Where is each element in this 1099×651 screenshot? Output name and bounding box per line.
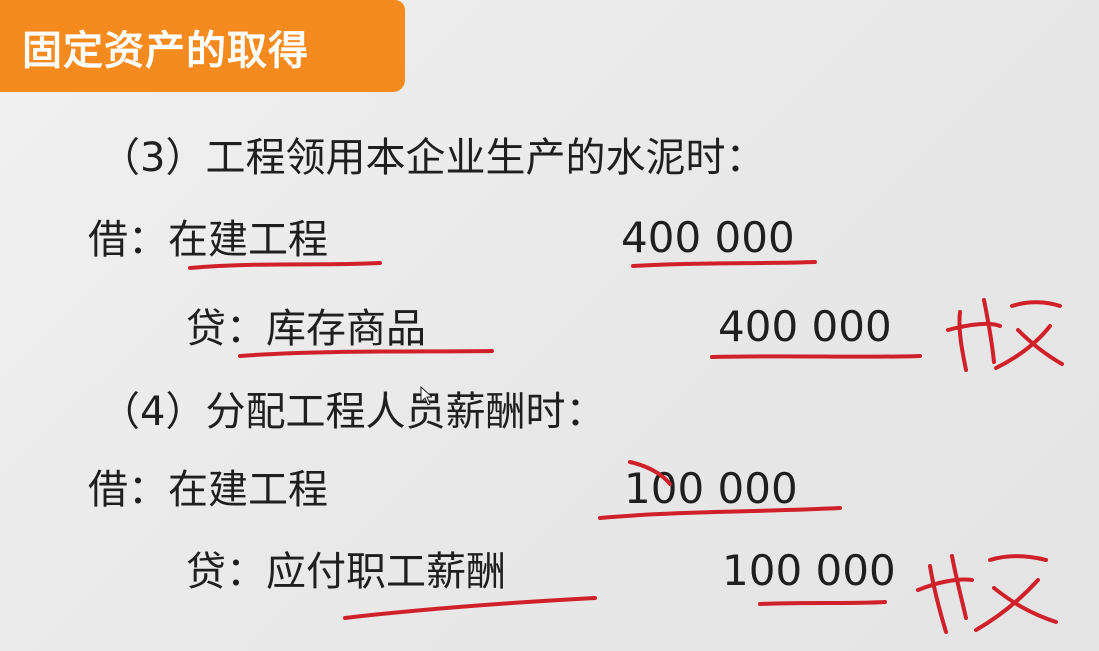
handwriting-mark-1 [946,298,1064,372]
underline-step3-credit-account [238,349,494,358]
underline-step3-debit-account [188,261,382,270]
underline-step4-debit-amount [598,506,842,520]
lecture-slide: 固定资产的取得 （3）工程领用本企业生产的水泥时： 借：在建工程 400 000… [0,0,1099,651]
strike-step4-debit-amount [628,460,672,486]
handwriting-mark-2 [916,554,1058,634]
underline-step4-credit-amount [758,600,887,606]
underline-step3-credit-amount [710,354,922,359]
ink-annotations [188,260,1064,634]
mouse-cursor-icon [420,386,432,406]
underline-step4-credit-account [343,596,597,620]
underline-step3-debit-amount [631,260,817,268]
